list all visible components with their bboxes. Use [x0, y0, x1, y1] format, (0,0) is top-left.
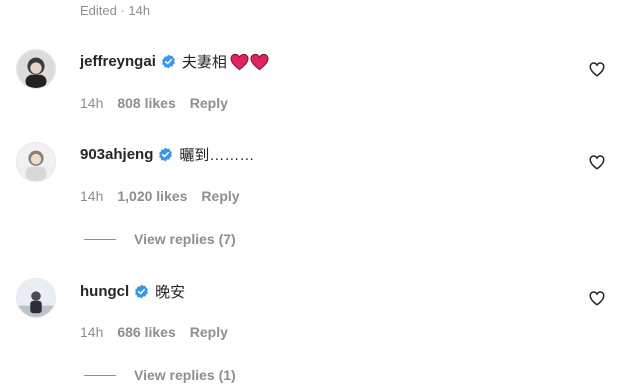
divider-dash — [84, 238, 116, 240]
red-heart-emoji-icon — [230, 53, 249, 70]
reply-button[interactable]: Reply — [190, 324, 228, 340]
heart-outline-icon[interactable] — [588, 289, 606, 307]
verified-badge-icon — [134, 284, 149, 299]
avatar[interactable] — [16, 142, 56, 182]
avatar-image — [17, 50, 55, 88]
view-replies-label: View replies (7) — [134, 231, 236, 247]
comment-username[interactable]: jeffreyngai — [80, 53, 156, 70]
view-replies-button[interactable]: View replies (7) — [84, 231, 236, 247]
comment-text: 晚安 — [155, 284, 186, 301]
view-replies-button[interactable]: View replies (1) — [84, 367, 236, 383]
divider-dash — [84, 374, 116, 376]
red-heart-emoji-icon — [250, 53, 269, 70]
comment-text: 夫妻相 — [181, 54, 227, 71]
reply-button[interactable]: Reply — [201, 188, 239, 204]
reply-button[interactable]: Reply — [190, 95, 228, 111]
comment-likes[interactable]: 686 likes — [117, 324, 175, 340]
avatar[interactable] — [16, 278, 56, 318]
heart-outline-icon[interactable] — [588, 153, 606, 171]
comment-text: 曬到……… — [179, 147, 255, 164]
comment-time: 14h — [80, 324, 104, 340]
comment-likes[interactable]: 1,020 likes — [117, 188, 187, 204]
avatar-image — [17, 143, 55, 181]
verified-badge-icon — [161, 54, 176, 69]
verified-badge-icon — [158, 147, 173, 162]
view-replies-label: View replies (1) — [134, 367, 236, 383]
comment-likes[interactable]: 808 likes — [117, 95, 175, 111]
heart-emojis — [229, 53, 269, 71]
comment-username[interactable]: hungcl — [80, 283, 129, 300]
avatar[interactable] — [16, 49, 56, 89]
comment-time: 14h — [80, 188, 104, 204]
edited-timestamp: Edited · 14h — [80, 3, 151, 18]
comment-username[interactable]: 903ahjeng — [80, 146, 153, 163]
avatar-image — [17, 279, 55, 317]
heart-outline-icon[interactable] — [588, 60, 606, 78]
comment-time: 14h — [80, 95, 104, 111]
